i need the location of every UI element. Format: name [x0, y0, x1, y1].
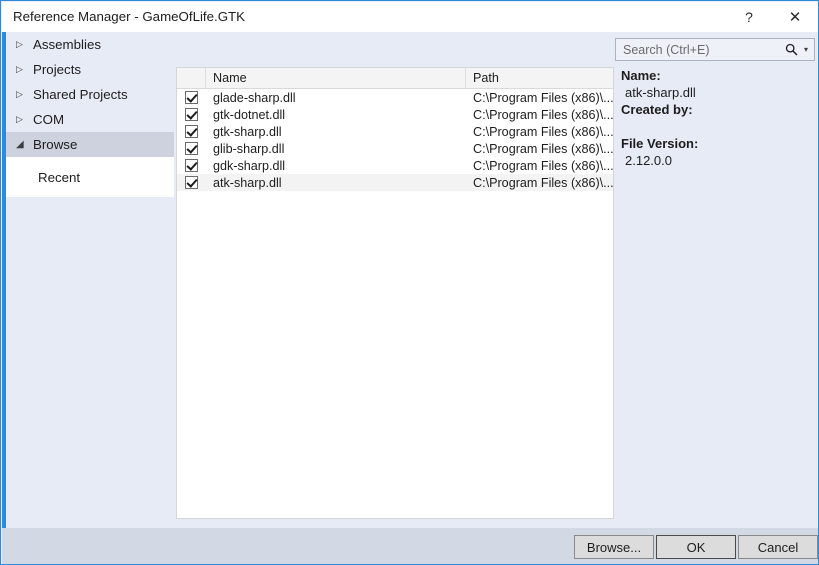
table-row[interactable]: glade-sharp.dll C:\Program Files (x86)\.…: [177, 89, 613, 106]
row-checkbox-cell[interactable]: [177, 142, 206, 155]
detail-name-group: Name: atk-sharp.dll: [621, 67, 815, 101]
search-box[interactable]: ▾: [615, 38, 815, 61]
sidebar-item-label: Browse: [33, 136, 78, 152]
column-header-path[interactable]: Path: [466, 68, 613, 88]
sidebar-browse-children: Recent: [6, 157, 174, 197]
detail-name-value: atk-sharp.dll: [625, 85, 696, 100]
reference-manager-dialog: Reference Manager - GameOfLife.GTK ? ✕ A…: [0, 0, 819, 565]
row-checkbox-cell[interactable]: [177, 108, 206, 121]
chevron-down-icon[interactable]: ▾: [800, 45, 814, 54]
reference-list-panel: Name Path glade-sharp.dll C:\Program Fil…: [176, 67, 614, 519]
sidebar-item-recent[interactable]: Recent: [6, 166, 174, 188]
detail-created-by-label: Created by:: [621, 102, 693, 117]
checkbox-checked-icon[interactable]: [185, 125, 198, 138]
checkbox-checked-icon[interactable]: [185, 108, 198, 121]
list-header-row: Name Path: [177, 68, 613, 89]
row-name: atk-sharp.dll: [213, 175, 282, 190]
detail-file-version-value: 2.12.0.0: [625, 153, 672, 168]
detail-name-label: Name:: [621, 68, 661, 83]
detail-file-version-label: File Version:: [621, 136, 699, 151]
row-checkbox-cell[interactable]: [177, 125, 206, 138]
magnifier-icon[interactable]: [782, 43, 800, 56]
table-row[interactable]: atk-sharp.dll C:\Program Files (x86)\...: [177, 174, 613, 191]
detail-created-by-value: [621, 118, 815, 135]
row-path: C:\Program Files (x86)\...: [473, 175, 613, 190]
row-path: C:\Program Files (x86)\...: [473, 158, 613, 173]
table-row[interactable]: gtk-sharp.dll C:\Program Files (x86)\...: [177, 123, 613, 140]
ok-button[interactable]: OK: [656, 535, 736, 559]
row-checkbox-cell[interactable]: [177, 176, 206, 189]
chevron-right-icon: [16, 90, 33, 99]
table-row[interactable]: gtk-dotnet.dll C:\Program Files (x86)\..…: [177, 106, 613, 123]
checkbox-checked-icon[interactable]: [185, 142, 198, 155]
row-path: C:\Program Files (x86)\...: [473, 90, 613, 105]
detail-file-version-group: File Version: 2.12.0.0: [621, 135, 815, 169]
list-rows: glade-sharp.dll C:\Program Files (x86)\.…: [177, 89, 613, 191]
row-name: glade-sharp.dll: [213, 90, 296, 105]
sidebar-item-projects[interactable]: Projects: [6, 57, 174, 82]
row-path: C:\Program Files (x86)\...: [473, 107, 613, 122]
sidebar-item-label: Projects: [33, 61, 82, 77]
sidebar-item-label: Assemblies: [33, 36, 101, 52]
dialog-footer: Browse... OK Cancel: [2, 528, 818, 564]
row-name: gdk-sharp.dll: [213, 158, 286, 173]
sidebar-item-label: Shared Projects: [33, 86, 128, 102]
search-input[interactable]: [616, 40, 782, 59]
sidebar-item-label: Recent: [38, 169, 81, 185]
row-checkbox-cell[interactable]: [177, 91, 206, 104]
detail-pane: Name: atk-sharp.dll Created by: File Ver…: [621, 67, 815, 519]
column-header-checkbox[interactable]: [177, 68, 206, 88]
title-bar: Reference Manager - GameOfLife.GTK ? ✕: [2, 2, 818, 32]
row-name: gtk-dotnet.dll: [213, 107, 286, 122]
column-header-name[interactable]: Name: [206, 68, 466, 88]
cancel-button[interactable]: Cancel: [738, 535, 818, 559]
detail-created-by-group: Created by:: [621, 101, 815, 135]
row-path: C:\Program Files (x86)\...: [473, 141, 613, 156]
sidebar-item-browse[interactable]: Browse: [6, 132, 174, 157]
row-path: C:\Program Files (x86)\...: [473, 124, 613, 139]
table-row[interactable]: glib-sharp.dll C:\Program Files (x86)\..…: [177, 140, 613, 157]
browse-button[interactable]: Browse...: [574, 535, 654, 559]
sidebar-item-com[interactable]: COM: [6, 107, 174, 132]
checkbox-checked-icon[interactable]: [185, 159, 198, 172]
row-name: glib-sharp.dll: [213, 141, 285, 156]
window-title: Reference Manager - GameOfLife.GTK: [13, 9, 246, 24]
sidebar-item-label: COM: [33, 111, 65, 127]
chevron-right-icon: [16, 115, 33, 124]
table-row[interactable]: gdk-sharp.dll C:\Program Files (x86)\...: [177, 157, 613, 174]
chevron-down-icon: [16, 140, 33, 150]
chevron-right-icon: [16, 65, 33, 74]
sidebar-item-shared-projects[interactable]: Shared Projects: [6, 82, 174, 107]
checkbox-checked-icon[interactable]: [185, 91, 198, 104]
close-icon[interactable]: ✕: [772, 3, 818, 31]
help-icon[interactable]: ?: [726, 3, 772, 31]
row-name: gtk-sharp.dll: [213, 124, 282, 139]
sidebar-item-assemblies[interactable]: Assemblies: [6, 32, 174, 57]
category-sidebar: Assemblies Projects Shared Projects COM …: [6, 32, 174, 528]
chevron-right-icon: [16, 40, 33, 49]
checkbox-checked-icon[interactable]: [185, 176, 198, 189]
row-checkbox-cell[interactable]: [177, 159, 206, 172]
